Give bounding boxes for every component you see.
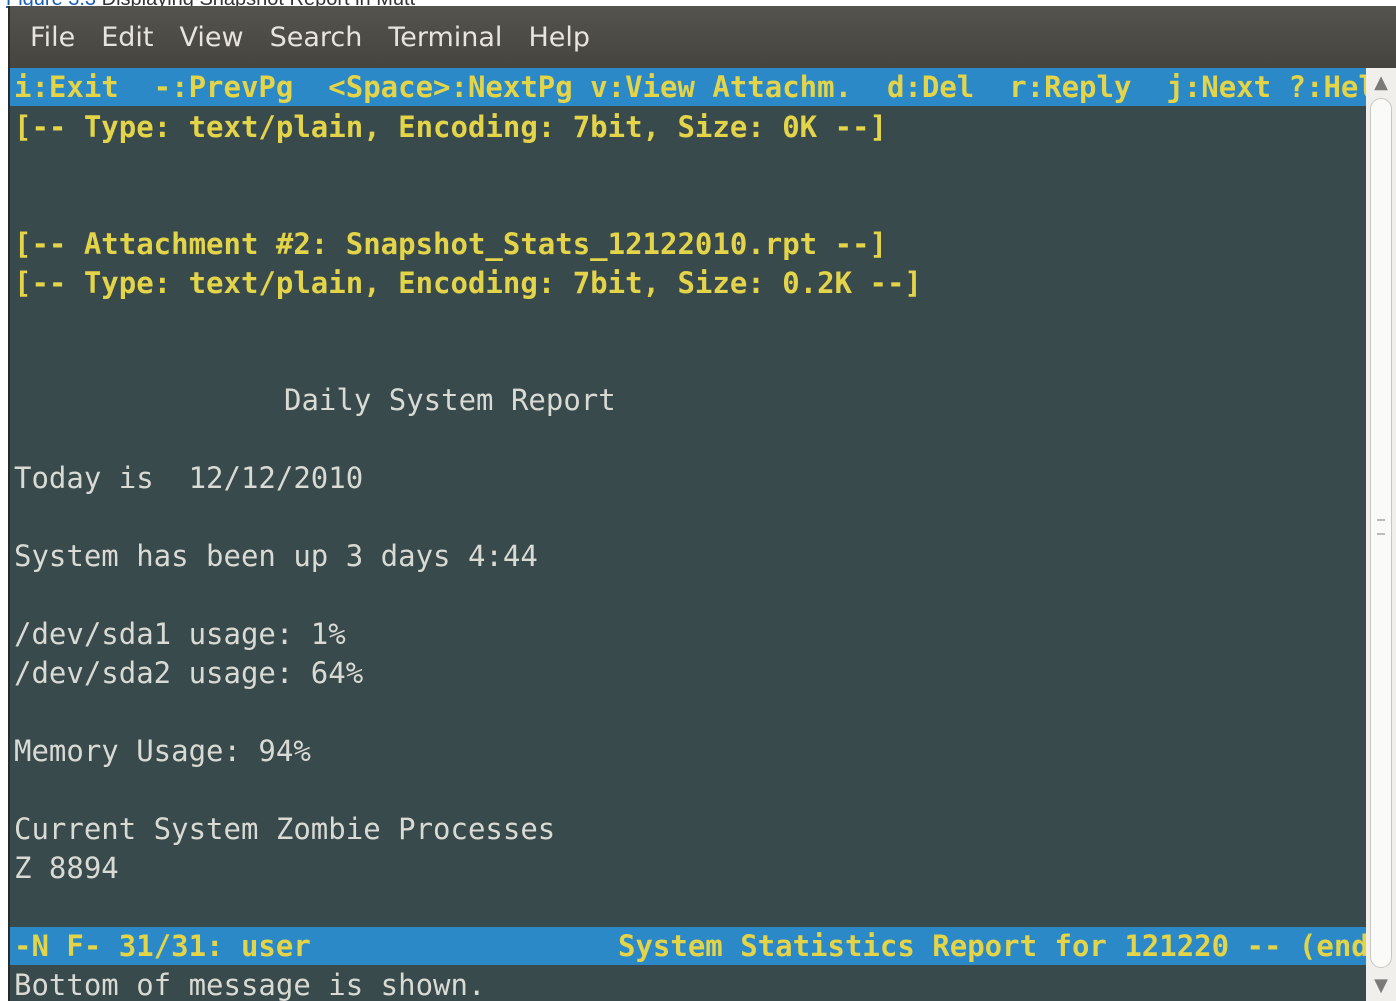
help-bar-text: i:Exit -:PrevPg <Space>:NextPg v:View At…: [14, 70, 1366, 104]
report-uptime-line: System has been up 3 days 4:44: [14, 539, 538, 573]
menu-edit[interactable]: Edit: [91, 22, 163, 53]
menu-bar: File Edit View Search Terminal Help: [10, 6, 1396, 68]
status-bar: -N F- 31/31: user System Statistics Repo…: [10, 927, 1366, 965]
report-zombie-header: Current System Zombie Processes: [14, 812, 556, 846]
status-bar-left: -N F- 31/31: user: [14, 929, 311, 963]
terminal-window: File Edit View Search Terminal Help i:Ex…: [8, 6, 1396, 1001]
report-title: Daily System Report: [284, 383, 616, 417]
report-memory-line: Memory Usage: 94%: [14, 734, 311, 768]
menu-file[interactable]: File: [20, 22, 85, 53]
menu-search[interactable]: Search: [260, 22, 373, 53]
menu-help[interactable]: Help: [518, 22, 600, 53]
vertical-scrollbar[interactable]: ▲ ▼: [1366, 68, 1396, 1001]
attachment1-type-line: [-- Type: text/plain, Encoding: 7bit, Si…: [14, 110, 887, 144]
scroll-thumb[interactable]: [1370, 98, 1392, 968]
scroll-up-icon[interactable]: ▲: [1366, 68, 1396, 98]
page: Figure 3.3 Displaying Snapshot Report in…: [0, 0, 1396, 1001]
status-bar-right: System Statistics Report for 121220 -- (…: [618, 929, 1366, 963]
help-bar: i:Exit -:PrevPg <Space>:NextPg v:View At…: [10, 68, 1366, 106]
menu-terminal[interactable]: Terminal: [378, 22, 512, 53]
scroll-down-icon[interactable]: ▼: [1366, 971, 1396, 1001]
attachment2-header-line: [-- Attachment #2: Snapshot_Stats_121220…: [14, 227, 887, 261]
report-sda1-line: /dev/sda1 usage: 1%: [14, 617, 346, 651]
terminal-area[interactable]: i:Exit -:PrevPg <Space>:NextPg v:View At…: [10, 68, 1366, 1001]
menu-view[interactable]: View: [169, 22, 253, 53]
grip-icon: [1377, 519, 1385, 535]
report-sda2-line: /dev/sda2 usage: 64%: [14, 656, 364, 690]
footer-message: Bottom of message is shown.: [14, 968, 486, 1001]
report-date-line: Today is 12/12/2010: [14, 461, 364, 495]
report-zombie-value: Z 8894: [14, 851, 119, 885]
attachment2-type-line: [-- Type: text/plain, Encoding: 7bit, Si…: [14, 266, 922, 300]
